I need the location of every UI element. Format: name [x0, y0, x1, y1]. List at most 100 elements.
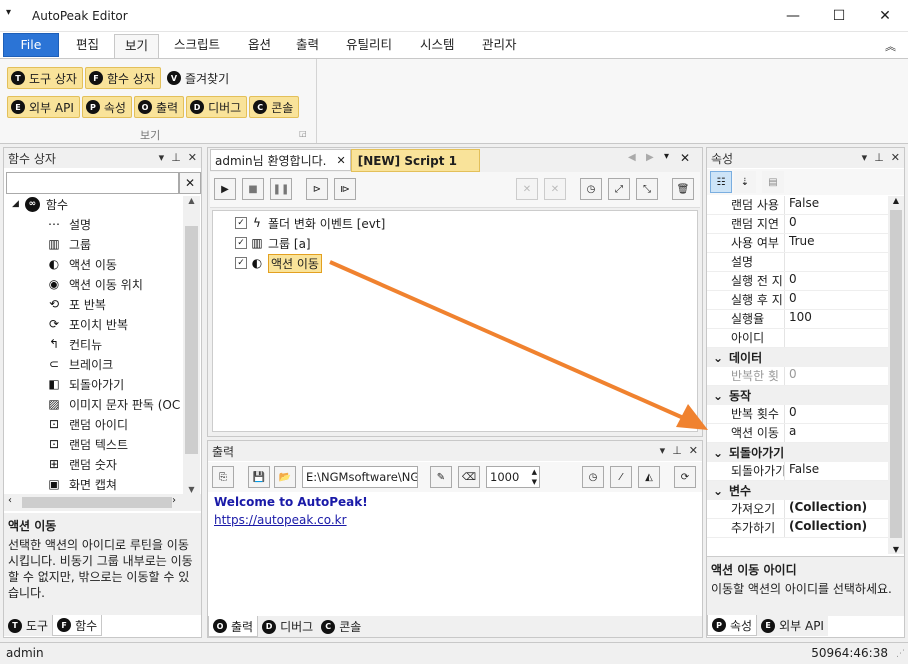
enable-checkbox[interactable]: ✓ — [235, 217, 247, 229]
path-input[interactable]: E:\NGMsoftware\NG — [302, 466, 418, 488]
tree-item[interactable]: ◉ 액션 이동 위치 — [47, 274, 180, 294]
clean-icon[interactable]: ✎ — [430, 466, 452, 488]
property-row[interactable]: 반복 횟수 0 — [707, 405, 888, 424]
property-category[interactable]: ⌄ 데이터 — [707, 348, 888, 367]
scroll-thumb[interactable] — [890, 210, 902, 538]
collapse-category-icon[interactable]: ⌄ — [707, 351, 729, 365]
tab-admin[interactable]: 관리자 — [472, 34, 527, 58]
close-icon[interactable]: ✕ — [188, 151, 197, 164]
tab-output[interactable]: O 출력 — [208, 616, 259, 637]
horizontal-scrollbar[interactable]: ‹ › — [4, 494, 201, 511]
tree-item[interactable]: ⊡ 랜덤 아이디 — [47, 414, 180, 434]
new-log-icon[interactable]: ⎘ — [212, 466, 234, 488]
properties-button[interactable]: P 속성 — [81, 96, 132, 118]
favorites-button[interactable]: V 즐겨찾기 — [163, 67, 235, 89]
property-value[interactable]: 0 — [785, 405, 797, 423]
property-value[interactable]: 0 — [785, 291, 797, 309]
tab-utility[interactable]: 유틸리티 — [336, 34, 402, 58]
console-button[interactable]: C 콘솔 — [249, 96, 300, 118]
property-value[interactable]: (Collection) — [785, 500, 867, 518]
scroll-thumb[interactable] — [185, 226, 198, 454]
tab-list-icon[interactable]: ▾ — [664, 151, 669, 162]
output-button[interactable]: O 출력 — [133, 96, 185, 118]
tree-item[interactable]: ⋯ 설명 — [47, 214, 180, 234]
save-icon[interactable]: 💾 — [248, 466, 270, 488]
property-value[interactable]: True — [785, 234, 815, 252]
property-category[interactable]: ⌄ 변수 — [707, 481, 888, 500]
property-row[interactable]: 랜덤 지연 0 — [707, 215, 888, 234]
play-icon[interactable]: ▶ — [214, 178, 236, 200]
tab-view[interactable]: 보기 — [114, 34, 160, 59]
tab-external-api[interactable]: E 외부 API — [757, 615, 828, 636]
script-action[interactable]: ✓ ϟ 폴더 변화 이벤트 [evt] — [235, 213, 385, 233]
scroll-left-icon[interactable]: ‹ — [8, 495, 12, 506]
property-row[interactable]: 추가하기 (Collection) — [707, 519, 888, 538]
scroll-up-icon[interactable]: ▲ — [183, 196, 200, 205]
hscroll-thumb[interactable] — [22, 497, 172, 508]
script-action[interactable]: ✓ ▥ 그룹 [a] — [235, 233, 385, 253]
collapse-category-icon[interactable]: ⌄ — [707, 446, 729, 460]
tree-item[interactable]: ⊞ 랜덤 숫자 — [47, 454, 180, 474]
output-line-url[interactable]: https://autopeak.co.kr — [214, 513, 347, 527]
property-row[interactable]: 반복한 횟0 — [707, 367, 888, 386]
script-action[interactable]: ✓ ◐ 액션 이동 — [235, 253, 385, 273]
dropdown-icon[interactable]: ▾ — [159, 151, 165, 164]
pin-icon[interactable]: ⊥ — [171, 151, 181, 164]
pin-icon[interactable]: ⊥ — [672, 444, 682, 457]
tree-item[interactable]: ▣ 화면 캡쳐 — [47, 474, 180, 494]
clear-search-button[interactable]: ✕ — [179, 172, 201, 194]
property-value[interactable]: 0 — [785, 215, 797, 233]
sort-alpha-icon[interactable]: ⇣ — [734, 171, 756, 193]
tree-item[interactable]: ⊡ 랜덤 텍스트 — [47, 434, 180, 454]
tab-prev-icon[interactable]: ◀ — [628, 152, 636, 163]
scroll-down-icon[interactable]: ▼ — [888, 545, 904, 554]
tab-options[interactable]: 옵션 — [238, 34, 281, 58]
fill-icon[interactable]: ◭ — [638, 466, 660, 488]
tab-console[interactable]: C 콘솔 — [317, 616, 366, 637]
property-category[interactable]: ⌄ 되돌아가기 — [707, 443, 888, 462]
vertical-scrollbar[interactable]: ▲ ▼ — [183, 196, 200, 494]
property-value[interactable]: False — [785, 462, 819, 480]
pin-icon[interactable]: ⊥ — [874, 151, 884, 164]
tab-edit[interactable]: 편집 — [66, 34, 109, 58]
property-value[interactable]: 0 — [785, 272, 797, 290]
tab-file[interactable]: File — [3, 33, 59, 57]
external-api-button[interactable]: E 외부 API — [7, 96, 80, 118]
dropdown-icon[interactable]: ▾ — [660, 444, 666, 457]
property-row[interactable]: 아이디 — [707, 329, 888, 348]
tab-next-icon[interactable]: ▶ — [646, 152, 654, 163]
property-value[interactable]: (Collection) — [785, 519, 867, 537]
resize-grip-icon[interactable]: ⋰ — [896, 649, 905, 659]
expand-icon[interactable]: ⤢ — [608, 178, 630, 200]
enable-checkbox[interactable]: ✓ — [235, 257, 247, 269]
property-pages-icon[interactable]: ▤ — [762, 171, 784, 193]
tree-item[interactable]: ◐ 액션 이동 — [47, 254, 180, 274]
refresh-icon[interactable]: ⟳ — [674, 466, 696, 488]
close-editor-icon[interactable]: ✕ — [680, 151, 690, 165]
search-input[interactable] — [6, 172, 179, 194]
scroll-right-icon[interactable]: › — [172, 495, 176, 506]
run-from-here-icon[interactable]: ⧐ — [334, 178, 356, 200]
step-play-icon[interactable]: ⊳ — [306, 178, 328, 200]
function-box-button[interactable]: F 함수 상자 — [84, 67, 161, 89]
disabled-x2-icon[interactable]: ✕ — [544, 178, 566, 200]
tab-script[interactable]: 스크립트 — [164, 34, 230, 58]
dropdown-icon[interactable]: ▾ — [862, 151, 868, 164]
property-value[interactable]: 0 — [785, 367, 797, 385]
disabled-x-icon[interactable]: ✕ — [516, 178, 538, 200]
tab-output[interactable]: 출력 — [286, 34, 329, 58]
property-row[interactable]: 되돌아가기 False — [707, 462, 888, 481]
tab-script-1[interactable]: [NEW] Script 1 — [350, 149, 480, 172]
maximize-button[interactable]: ☐ — [816, 0, 862, 32]
script-canvas[interactable]: ✓ ϟ 폴더 변화 이벤트 [evt] ✓ ▥ 그룹 [a] ✓ ◐ 액션 이동 — [212, 210, 698, 432]
close-button[interactable]: ✕ — [862, 0, 908, 32]
tab-properties[interactable]: P 속성 — [707, 615, 758, 636]
pause-icon[interactable]: ❚❚ — [270, 178, 292, 200]
scroll-down-icon[interactable]: ▼ — [183, 485, 200, 494]
tree-item[interactable]: ▨ 이미지 문자 판독 (OC — [47, 394, 180, 414]
collapse-ribbon-icon[interactable]: ︽ — [885, 38, 896, 54]
expand-icon[interactable]: ◢ — [12, 199, 19, 209]
categorized-icon[interactable]: ☷ — [710, 171, 732, 193]
property-row[interactable]: 액션 이동 a — [707, 424, 888, 443]
tab-system[interactable]: 시스템 — [410, 34, 465, 58]
